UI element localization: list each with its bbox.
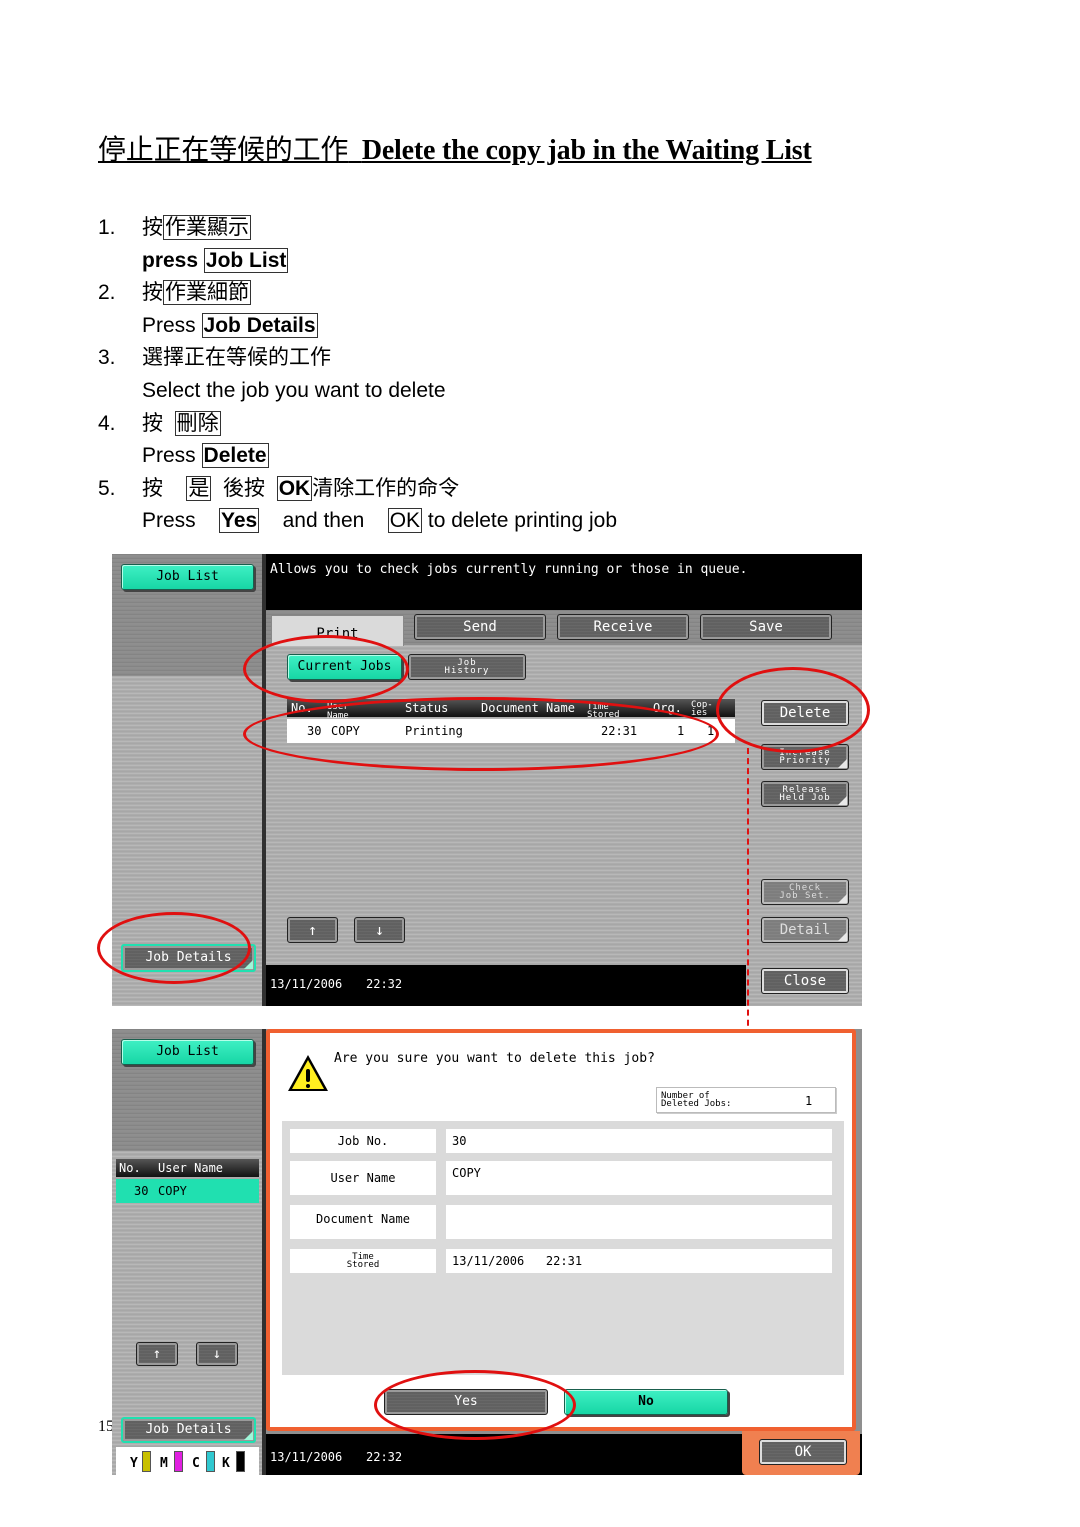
ok-button[interactable]: OK — [759, 1439, 847, 1465]
ok-zh-box: OK — [276, 475, 313, 501]
subtab-current-jobs[interactable]: Current Jobs — [287, 654, 402, 680]
scroll-up-button[interactable]: ↑ — [287, 917, 338, 943]
field-value-time-stored: 13/11/2006 22:31 — [446, 1249, 832, 1273]
scroll-down-button-2[interactable]: ↓ — [196, 1342, 238, 1366]
field-label-time-stored: Time Stored — [290, 1249, 436, 1273]
arrow-up-icon: ↑ — [152, 1346, 162, 1362]
page-number: 15 — [98, 1418, 112, 1435]
arrow-down-icon: ↓ — [374, 921, 385, 939]
delete-zh-box: 刪除 — [174, 410, 221, 436]
tab-receive[interactable]: Receive — [557, 614, 689, 640]
field-label-user-name: User Name — [290, 1161, 436, 1195]
field-value-document-name — [446, 1205, 832, 1239]
job-list-button-2[interactable]: Job List — [121, 1039, 254, 1065]
field-label-document-name: Document Name — [290, 1205, 436, 1239]
title-cjk: 停止正在等候的工作 — [98, 135, 349, 166]
close-button[interactable]: Close — [761, 968, 849, 994]
check-job-settings-button[interactable]: Check Job Set. — [761, 879, 849, 905]
job-details-button[interactable]: Job Details — [121, 944, 256, 972]
deleted-jobs-count: 1 — [805, 1094, 813, 1108]
side-table-row[interactable]: 30 COPY — [116, 1179, 259, 1203]
annotation-arrow-line — [747, 748, 749, 1066]
job-list-zh-box: 作業顯示 — [163, 215, 251, 240]
arrow-down-icon: ↓ — [212, 1346, 222, 1362]
message-bar: Allows you to check jobs currently runni… — [266, 554, 862, 610]
subtab-job-history[interactable]: Job History — [408, 654, 526, 680]
toner-m-bar — [174, 1451, 183, 1472]
release-held-job-button[interactable]: Release Held Job — [761, 781, 849, 807]
tab-save[interactable]: Save — [700, 614, 832, 640]
status-date: 13/11/2006 — [270, 977, 343, 991]
document-title: 停止正在等候的工作 Delete the copy jab in the Wai… — [98, 128, 812, 168]
no-button[interactable]: No — [564, 1389, 728, 1415]
detail-button[interactable]: Detail — [761, 917, 849, 943]
ok-box: OK — [387, 508, 423, 534]
tab-send[interactable]: Send — [414, 614, 546, 640]
job-details-zh-box: 作業細節 — [163, 280, 251, 306]
yes-zh-box: 是 — [186, 475, 212, 501]
delete-button[interactable]: Delete — [761, 700, 849, 726]
table-header: No. User Name Status Document Name Time … — [287, 699, 735, 721]
yes-box: Yes — [219, 508, 260, 534]
scroll-up-button-2[interactable]: ↑ — [136, 1342, 178, 1366]
table-row[interactable]: 30 COPY Printing 22:31 1 1 — [287, 719, 735, 743]
status-bar: 13/11/2006 22:32 — [266, 965, 746, 1006]
status-time: 22:32 — [366, 1450, 403, 1464]
field-value-user-name: COPY — [446, 1161, 832, 1195]
delete-box: Delete — [201, 443, 269, 469]
deleted-jobs-count-box: Number of Deleted Jobs: 1 — [656, 1087, 836, 1113]
toner-c-bar — [206, 1451, 215, 1472]
tab-print[interactable]: Print — [271, 615, 404, 646]
toner-indicator: Y M C K — [116, 1447, 259, 1475]
yes-button[interactable]: Yes — [384, 1389, 548, 1415]
toner-y-bar — [142, 1451, 151, 1472]
job-info-area: Job No. 30 User Name COPY Document Name … — [282, 1121, 844, 1375]
toner-k-bar — [236, 1451, 245, 1472]
job-details-button-2[interactable]: Job Details — [121, 1417, 256, 1443]
field-value-job-no: 30 — [446, 1129, 832, 1153]
main-area — [266, 645, 746, 965]
scroll-down-button[interactable]: ↓ — [354, 917, 405, 943]
title-en: Delete the copy jab in the Waiting List — [361, 135, 812, 166]
delete-confirm-screen: Job List No. User Name 30 COPY ↑ ↓ Job D… — [112, 1029, 862, 1475]
side-table-header: No. User Name — [116, 1159, 259, 1177]
status-date: 13/11/2006 — [270, 1450, 343, 1464]
confirm-dialog: Are you sure you want to delete this job… — [266, 1029, 856, 1431]
job-details-box: Job Details — [201, 312, 318, 338]
arrow-up-icon: ↑ — [307, 921, 318, 939]
jobs-table: No. User Name Status Document Name Time … — [287, 699, 735, 747]
status-time: 22:32 — [366, 977, 403, 991]
job-list-button[interactable]: Job List — [121, 564, 254, 590]
message-text: Allows you to check jobs currently runni… — [270, 562, 748, 577]
job-list-screen: Job List Job Details Allows you to check… — [112, 554, 862, 1006]
field-label-job-no: Job No. — [290, 1129, 436, 1153]
increase-priority-button[interactable]: Increase Priority — [761, 744, 849, 770]
job-list-box: Job List — [203, 247, 289, 273]
confirm-question: Are you sure you want to delete this job… — [334, 1051, 655, 1066]
